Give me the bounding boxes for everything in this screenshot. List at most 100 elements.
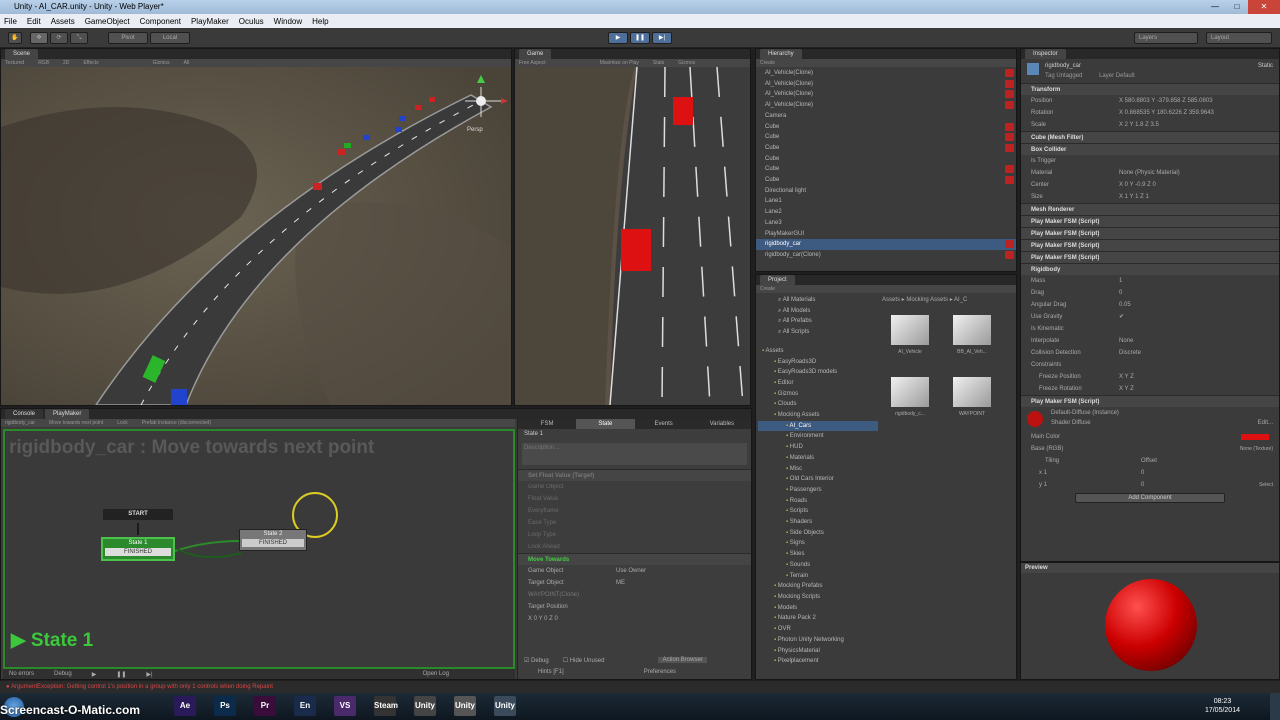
folder-item[interactable]: ▪ Pixelplacement bbox=[758, 656, 878, 667]
rgb-dropdown[interactable]: RGB bbox=[38, 59, 49, 67]
scale-field[interactable]: X 2 Y 1.8 Z 3.5 bbox=[1119, 119, 1159, 131]
action1-row[interactable]: Everyframe bbox=[518, 505, 751, 517]
taskbar-app-vs-icon[interactable]: VS bbox=[334, 696, 356, 716]
action-browser-button[interactable]: Action Browser bbox=[658, 657, 707, 663]
status-bar[interactable]: ● ArgumentException: Getting control 1's… bbox=[0, 681, 1280, 693]
rigidbody-header[interactable]: Rigidbody bbox=[1021, 263, 1279, 275]
mesh-renderer-header[interactable]: Mesh Renderer bbox=[1021, 203, 1279, 215]
asset-item[interactable]: BB_AI_Veh... bbox=[948, 315, 996, 365]
scene-search[interactable]: All bbox=[184, 59, 190, 67]
hierarchy-item[interactable]: Lane2 bbox=[756, 207, 1016, 218]
play-button[interactable]: ▶ bbox=[608, 32, 628, 44]
close-button[interactable]: ✕ bbox=[1248, 0, 1280, 14]
hierarchy-item[interactable]: AI_Vehicle(Clone) bbox=[756, 68, 1016, 79]
shading-dropdown[interactable]: Textured bbox=[5, 59, 24, 67]
scene-viewport[interactable]: Persp bbox=[1, 67, 511, 405]
pm-tab-events[interactable]: Events bbox=[635, 419, 693, 429]
collision-dropdown[interactable]: Discrete bbox=[1119, 347, 1141, 359]
playmaker-badge-icon[interactable] bbox=[1005, 122, 1014, 131]
folder-item[interactable]: ▪ OVR bbox=[758, 624, 878, 635]
menu-assets[interactable]: Assets bbox=[51, 17, 75, 26]
folder-item[interactable]: ▪ Misc bbox=[758, 464, 878, 475]
tiling-x[interactable]: x 1 bbox=[1039, 470, 1047, 476]
hand-tool-icon[interactable]: ✋ bbox=[8, 32, 22, 44]
folder-item[interactable]: ▪ HUD bbox=[758, 442, 878, 453]
position-field[interactable]: X 580.8803 Y -379.858 Z 585.0803 bbox=[1119, 95, 1213, 107]
folder-item[interactable]: ▪ Terrain bbox=[758, 571, 878, 582]
asset-item[interactable]: WAYPOINT bbox=[948, 377, 996, 427]
hierarchy-item[interactable]: Lane3 bbox=[756, 218, 1016, 229]
menu-gameobject[interactable]: GameObject bbox=[85, 17, 130, 26]
material-field[interactable]: None (Physic Material) bbox=[1119, 167, 1180, 179]
game-gizmos-toggle[interactable]: Gizmos bbox=[678, 59, 695, 67]
tab-playmaker[interactable]: PlayMaker bbox=[45, 409, 90, 419]
playmaker-badge-icon[interactable] bbox=[1005, 176, 1014, 185]
rotate-tool-icon[interactable]: ⟳ bbox=[50, 32, 68, 44]
folder-item[interactable]: ▪ Side Objects bbox=[758, 528, 878, 539]
folder-item[interactable]: ▪ AI_Cars bbox=[758, 420, 878, 432]
scale-tool-icon[interactable]: ⤡ bbox=[70, 32, 88, 44]
move-tool-icon[interactable]: ✥ bbox=[30, 32, 48, 44]
taskbar-app-en-icon[interactable]: En bbox=[294, 696, 316, 716]
hierarchy-item[interactable]: Camera bbox=[756, 111, 1016, 122]
action2-header[interactable]: Move Towards bbox=[518, 553, 751, 565]
lock-toggle[interactable]: Lock bbox=[117, 419, 128, 427]
pm-play-icon[interactable]: ▶ bbox=[92, 671, 97, 678]
action1-row[interactable]: Look Ahead bbox=[518, 541, 751, 553]
playmaker-badge-icon[interactable] bbox=[1005, 133, 1014, 142]
action1-row[interactable]: Ease Type bbox=[518, 517, 751, 529]
playmaker-badge-icon[interactable] bbox=[1005, 69, 1014, 77]
preview-header[interactable]: Preview bbox=[1021, 563, 1279, 573]
asset-item[interactable]: AI_Vehicle bbox=[886, 315, 934, 365]
open-log-button[interactable]: Open Log bbox=[423, 671, 449, 677]
tab-project[interactable]: Project bbox=[760, 275, 795, 285]
center-field[interactable]: X 0 Y -0.9 Z 0 bbox=[1119, 179, 1156, 191]
static-checkbox[interactable]: Static bbox=[1258, 63, 1273, 69]
action1-row[interactable]: Loop Type bbox=[518, 529, 751, 541]
hierarchy-item[interactable]: AI_Vehicle(Clone) bbox=[756, 79, 1016, 90]
drag-field[interactable]: 0 bbox=[1119, 287, 1122, 299]
folder-item[interactable]: ▪ Clouds bbox=[758, 399, 878, 410]
hierarchy-item[interactable]: Cube bbox=[756, 164, 1016, 175]
texture-slot[interactable]: None (Texture) bbox=[1240, 443, 1273, 455]
menu-file[interactable]: File bbox=[4, 17, 17, 26]
folder-item[interactable]: ▪ Models bbox=[758, 603, 878, 614]
folder-item[interactable]: ▪ PhysicsMaterial bbox=[758, 646, 878, 657]
folder-item[interactable]: ▪ Nature Pack 2 bbox=[758, 613, 878, 624]
fsm-header-5[interactable]: Play Maker FSM (Script) bbox=[1021, 395, 1279, 407]
fsm-header-2[interactable]: Play Maker FSM (Script) bbox=[1021, 227, 1279, 239]
stats-toggle[interactable]: Stats bbox=[653, 59, 664, 67]
state-name-field[interactable]: State 1 bbox=[518, 429, 751, 441]
folder-item[interactable]: ▪ Skies bbox=[758, 549, 878, 560]
layout-dropdown[interactable]: Layout bbox=[1206, 32, 1272, 44]
hierarchy-item[interactable]: Cube bbox=[756, 143, 1016, 154]
description-field[interactable]: Description... bbox=[522, 443, 747, 465]
step-button[interactable]: ▶| bbox=[652, 32, 672, 44]
size-field[interactable]: X 1 Y 1 Z 1 bbox=[1119, 191, 1149, 203]
folder-item[interactable]: ▪ Mocking Scripts bbox=[758, 592, 878, 603]
maximize-button[interactable]: □ bbox=[1226, 0, 1248, 14]
project-create-button[interactable]: Create bbox=[760, 285, 775, 293]
playmaker-badge-icon[interactable] bbox=[1005, 165, 1014, 174]
menu-component[interactable]: Component bbox=[140, 17, 181, 26]
menu-help[interactable]: Help bbox=[312, 17, 328, 26]
asset-item[interactable]: rigidbody_c... bbox=[886, 377, 934, 427]
action1-header[interactable]: Set Float Value (Target) bbox=[518, 469, 751, 481]
pm-tab-state[interactable]: State bbox=[576, 419, 635, 429]
minimize-button[interactable]: — bbox=[1204, 0, 1226, 14]
folder-item[interactable]: ▪ Shaders bbox=[758, 517, 878, 528]
offset-x[interactable]: 0 bbox=[1141, 467, 1144, 479]
2d-toggle[interactable]: 2D bbox=[63, 59, 69, 67]
fsm-header-4[interactable]: Play Maker FSM (Script) bbox=[1021, 251, 1279, 263]
folder-item[interactable]: ▪ Mocking Prefabs bbox=[758, 581, 878, 592]
pm-step-icon[interactable]: ▶| bbox=[146, 671, 152, 678]
freeze-rotation-toggles[interactable]: X Y Z bbox=[1119, 383, 1134, 395]
folder-item[interactable]: ▪ Photon Unity Networking bbox=[758, 635, 878, 646]
folder-item[interactable]: ▪ EasyRoads3D bbox=[758, 357, 878, 368]
freeze-position-toggles[interactable]: X Y Z bbox=[1119, 371, 1134, 383]
playmaker-badge-icon[interactable] bbox=[1005, 101, 1014, 110]
state1-node[interactable]: State 1 FINISHED bbox=[101, 537, 175, 561]
hierarchy-item[interactable]: Lane1 bbox=[756, 196, 1016, 207]
fsm-header-1[interactable]: Play Maker FSM (Script) bbox=[1021, 215, 1279, 227]
hierarchy-item[interactable]: AI_Vehicle(Clone) bbox=[756, 89, 1016, 100]
